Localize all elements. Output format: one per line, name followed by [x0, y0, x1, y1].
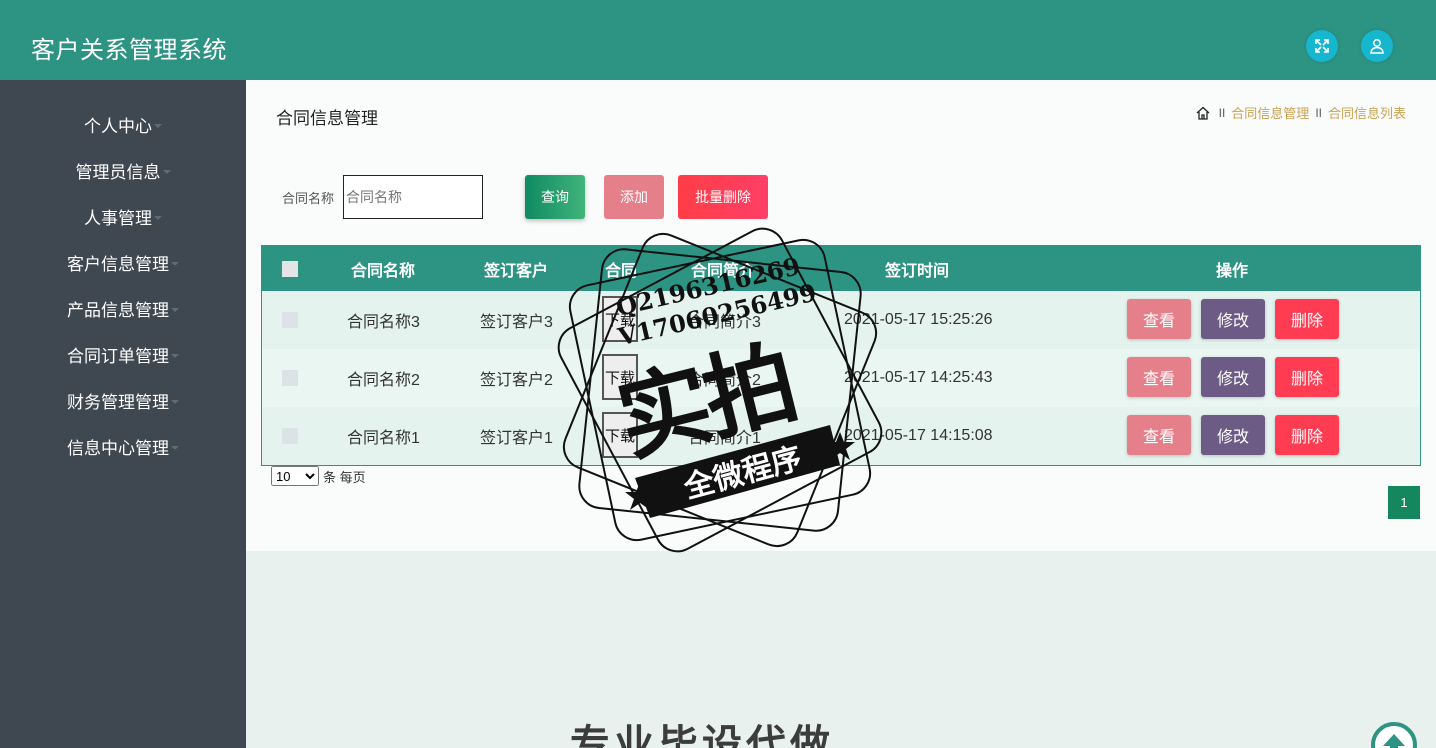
page-title: 合同信息管理	[276, 109, 378, 128]
contract-name-input[interactable]	[343, 175, 483, 219]
delete-button[interactable]: 删除	[1275, 299, 1339, 339]
sidebar-item-contract-order[interactable]: 合同订单管理	[0, 339, 246, 369]
contract-name-cell: 合同名称2	[347, 372, 420, 389]
caret-down-icon	[171, 399, 179, 404]
view-button[interactable]: 查看	[1127, 415, 1191, 455]
scroll-top-button[interactable]	[1371, 722, 1417, 748]
sidebar-item-label: 个人中心	[84, 116, 152, 136]
sidebar-item-label: 管理员信息	[75, 162, 161, 182]
user-icon	[1370, 39, 1384, 54]
breadcrumb-separator: II	[1218, 105, 1226, 120]
contract-name-cell: 合同名称3	[347, 314, 420, 331]
sidebar-item-label: 人事管理	[84, 208, 152, 228]
sidebar-item-label: 客户信息管理	[67, 254, 169, 274]
delete-button[interactable]: 删除	[1275, 415, 1339, 455]
arrow-up-icon	[1383, 734, 1405, 748]
column-header: 签订客户	[484, 262, 549, 280]
view-button[interactable]: 查看	[1127, 299, 1191, 339]
caret-down-icon	[162, 169, 171, 174]
page-size-select[interactable]: 10	[271, 466, 319, 486]
user-button[interactable]	[1361, 30, 1393, 62]
contract-name-cell: 合同名称1	[347, 430, 420, 447]
fullscreen-button[interactable]	[1306, 30, 1338, 62]
caret-down-icon	[171, 445, 179, 450]
sidebar: 个人中心 管理员信息 人事管理 客户信息管理 产品信息管理 合同订单管理 财务管…	[0, 80, 246, 748]
sidebar-item-finance[interactable]: 财务管理管理	[0, 385, 246, 415]
fullscreen-icon	[1315, 39, 1329, 53]
edit-button[interactable]: 修改	[1201, 299, 1265, 339]
sidebar-item-hr[interactable]: 人事管理	[0, 201, 246, 231]
search-label: 合同名称	[282, 191, 335, 206]
caret-down-icon	[171, 261, 179, 266]
sidebar-item-label: 财务管理管理	[67, 392, 169, 412]
edit-button[interactable]: 修改	[1201, 357, 1265, 397]
bottom-watermark: 专业毕设代做	[570, 722, 834, 748]
breadcrumb-separator: II	[1315, 105, 1322, 120]
app-title: 客户关系管理系统	[31, 37, 227, 64]
sidebar-item-info-center[interactable]: 信息中心管理	[0, 431, 246, 461]
top-header: 客户关系管理系统	[0, 0, 1436, 80]
page-size-suffix: 条 每页	[323, 469, 366, 485]
breadcrumb-item[interactable]: 合同信息管理	[1231, 103, 1309, 122]
query-button[interactable]: 查询	[525, 175, 585, 219]
sidebar-item-product[interactable]: 产品信息管理	[0, 293, 246, 323]
column-header: 操作	[1216, 262, 1249, 280]
row-checkbox[interactable]	[282, 428, 298, 444]
sidebar-item-admin-info[interactable]: 管理员信息	[0, 155, 246, 185]
column-header: 合同名称	[351, 262, 416, 280]
sidebar-item-label: 合同订单管理	[67, 346, 169, 366]
delete-button[interactable]: 删除	[1275, 357, 1339, 397]
caret-down-icon	[154, 215, 162, 220]
page-size-control: 10 条 每页	[271, 466, 366, 486]
home-icon[interactable]	[1195, 105, 1211, 121]
sidebar-item-personal-center[interactable]: 个人中心	[0, 109, 246, 139]
row-checkbox[interactable]	[282, 370, 298, 386]
caret-down-icon	[154, 123, 162, 128]
add-button[interactable]: 添加	[604, 175, 664, 219]
sidebar-item-label: 产品信息管理	[67, 300, 169, 320]
caret-down-icon	[171, 307, 179, 312]
row-checkbox[interactable]	[282, 312, 298, 328]
watermark-stamp: Q2196316269 V17060256499 实拍 全微程序	[540, 220, 900, 570]
edit-button[interactable]: 修改	[1201, 415, 1265, 455]
breadcrumb-item[interactable]: 合同信息列表	[1328, 103, 1406, 122]
select-all-checkbox[interactable]	[282, 261, 298, 277]
page-number-button[interactable]: 1	[1388, 486, 1420, 519]
batch-delete-button[interactable]: 批量删除	[678, 175, 768, 219]
view-button[interactable]: 查看	[1127, 357, 1191, 397]
caret-down-icon	[171, 353, 179, 358]
breadcrumb: II 合同信息管理 II 合同信息列表	[1195, 103, 1406, 122]
sidebar-item-customer[interactable]: 客户信息管理	[0, 247, 246, 277]
sidebar-item-label: 信息中心管理	[67, 438, 169, 458]
